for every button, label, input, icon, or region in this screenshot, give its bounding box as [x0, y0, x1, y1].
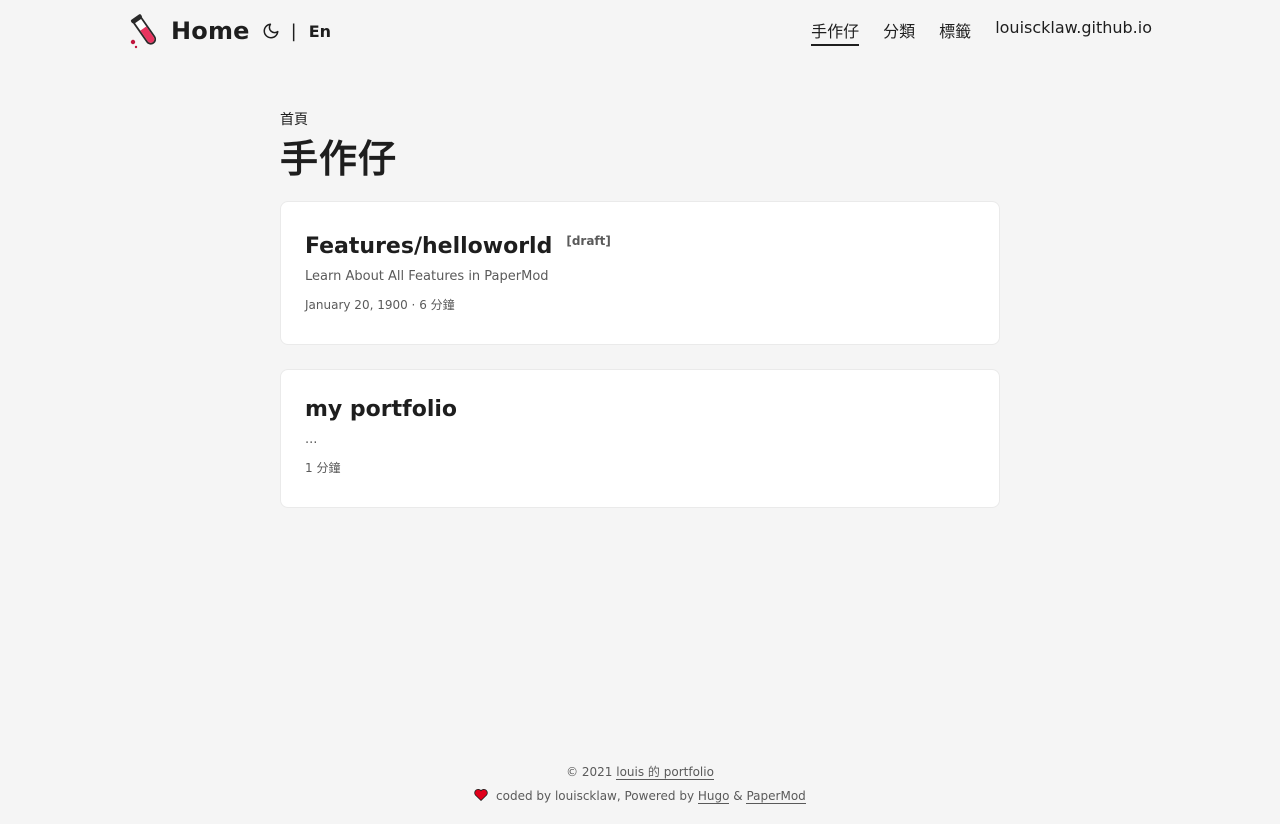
main-content: 首頁 手作仔 Features/helloworld [draft] Learn…	[280, 108, 1000, 508]
logo-area: Home | En	[128, 12, 331, 50]
post-meta: January 20, 1900 · 6 分鐘	[305, 298, 455, 312]
main-nav: 手作仔 分類 標籤 louiscklaw.github.io	[787, 18, 1152, 46]
hugo-link[interactable]: Hugo	[697, 789, 730, 804]
breadcrumb-home-link[interactable]: 首頁	[280, 112, 308, 128]
coded-by-text: coded by louiscklaw, Powered by	[496, 789, 695, 803]
papermod-link[interactable]: PaperMod	[746, 789, 806, 804]
post-summary: Learn About All Features in PaperMod	[305, 269, 549, 284]
nav-item-projects[interactable]: 手作仔	[811, 18, 860, 46]
lang-separator: |	[290, 20, 297, 42]
copyright-text: © 2021	[566, 765, 613, 779]
site-header: Home | En 手作仔 分類 標籤 louiscklaw.github.io	[0, 0, 1280, 62]
footer-credits-line: coded by louiscklaw, Powered by Hugo & P…	[0, 784, 1280, 808]
home-link[interactable]: Home	[171, 17, 250, 45]
post-summary: ...	[305, 432, 318, 447]
breadcrumb[interactable]: 首頁	[280, 108, 1000, 132]
page-title: 手作仔	[280, 137, 398, 181]
nav-item-categories[interactable]: 分類	[883, 18, 915, 46]
heart-icon	[474, 785, 488, 802]
post-title: my portfolio	[305, 397, 975, 422]
post-title-text: Features/helloworld	[305, 234, 553, 259]
nav-item-tags[interactable]: 標籤	[939, 18, 971, 46]
post-title-text: my portfolio	[305, 397, 458, 422]
ampersand: &	[733, 789, 743, 803]
post-title: Features/helloworld [draft]	[305, 234, 975, 259]
post-entry[interactable]: Features/helloworld [draft] Learn About …	[280, 201, 1000, 345]
site-footer: © 2021 louis 的 portfolio coded by louisc…	[0, 760, 1280, 808]
test-tube-icon[interactable]	[128, 12, 162, 50]
language-switch-link[interactable]: En	[309, 22, 331, 41]
moon-icon[interactable]	[262, 22, 280, 40]
site-link[interactable]: louis 的 portfolio	[616, 765, 714, 780]
draft-badge: [draft]	[566, 234, 611, 248]
footer-copyright-line: © 2021 louis 的 portfolio	[0, 760, 1280, 784]
post-entry[interactable]: my portfolio ... 1 分鐘	[280, 369, 1000, 508]
post-meta: 1 分鐘	[305, 461, 341, 475]
nav-item-external-site[interactable]: louiscklaw.github.io	[995, 18, 1152, 46]
